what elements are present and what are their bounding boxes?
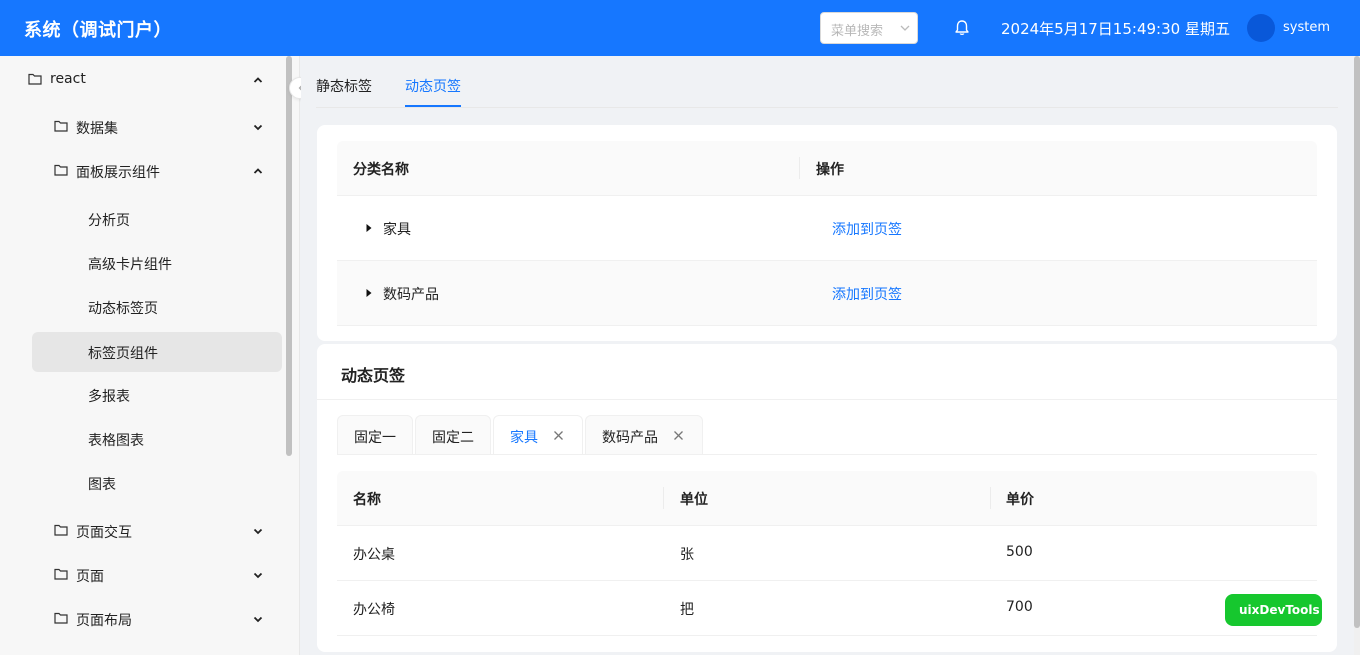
chevron-up-icon <box>253 77 263 83</box>
devtools-button[interactable]: uixDevTools <box>1225 594 1322 626</box>
main-content: 静态标签 动态页签 分类名称 操作 家具 添加到页签 数码产品 添加到页签 动态… <box>301 56 1353 655</box>
sidebar: react 数据集 面板展示组件 分析页 高级卡片组件 动态标签页 标签页组件 … <box>0 56 300 655</box>
tab-dynamic[interactable]: 动态页签 <box>405 76 461 96</box>
sidebar-scrollbar[interactable] <box>286 56 292 456</box>
cell-name: 办公桌 <box>353 547 395 563</box>
tab-fixed-one[interactable]: 固定一 <box>337 415 413 455</box>
top-tabs: 静态标签 动态页签 <box>316 56 1338 108</box>
top-header: 系统（调试门户） 菜单搜索 2024年5月17日15:49:30 星期五 sys… <box>0 0 1360 56</box>
tab-label: 固定一 <box>354 430 396 446</box>
table-row: 办公椅 把 700 <box>337 581 1317 636</box>
sidebar-item-label: 多报表 <box>88 389 130 405</box>
dynamic-tabs-card: 动态页签 固定一 固定二 家具 数码产品 名称 单位 单价 办公桌 张 500 <box>317 344 1337 652</box>
chevron-down-icon <box>900 25 910 31</box>
sidebar-item-page-interaction[interactable]: 页面交互 <box>0 511 290 551</box>
avatar[interactable] <box>1247 14 1275 42</box>
sidebar-item-label: 面板展示组件 <box>76 165 160 181</box>
sidebar-item-label: 高级卡片组件 <box>88 257 172 273</box>
folder-icon <box>54 612 68 624</box>
sidebar-item-analysis[interactable]: 分析页 <box>0 199 290 239</box>
column-header: 名称 <box>353 492 381 508</box>
column-header: 单位 <box>680 492 708 508</box>
folder-icon <box>54 164 68 176</box>
expand-caret-icon[interactable] <box>365 222 373 234</box>
sidebar-item-label: 页面 <box>76 569 104 585</box>
current-datetime: 2024年5月17日15:49:30 星期五 <box>1001 20 1230 38</box>
devtools-label: uixDevTools <box>1239 603 1320 617</box>
category-name: 数码产品 <box>383 287 439 303</box>
sidebar-item-label: 页面交互 <box>76 525 132 541</box>
sidebar-item-multi-report[interactable]: 多报表 <box>0 375 290 415</box>
sidebar-item-tab-components[interactable]: 标签页组件 <box>32 332 282 372</box>
column-divider <box>990 487 991 509</box>
sidebar-item-dataset[interactable]: 数据集 <box>0 107 290 147</box>
card-title: 动态页签 <box>341 366 406 385</box>
chevron-down-icon <box>253 616 263 623</box>
table-header: 名称 单位 单价 <box>337 471 1317 526</box>
bell-icon[interactable] <box>953 19 971 37</box>
sidebar-item-advanced-card[interactable]: 高级卡片组件 <box>0 243 290 283</box>
sidebar-item-label: 图表 <box>88 477 116 493</box>
scrollbar-thumb[interactable] <box>1354 56 1360 628</box>
expand-caret-icon[interactable] <box>365 287 373 299</box>
sidebar-item-panel-components[interactable]: 面板展示组件 <box>0 151 290 191</box>
table-row: 办公桌 张 500 <box>337 526 1317 581</box>
sidebar-item-label: 表格图表 <box>88 433 144 449</box>
category-name: 家具 <box>383 222 411 238</box>
column-header: 分类名称 <box>353 162 409 178</box>
sidebar-item-label: 数据集 <box>76 121 118 137</box>
folder-icon <box>54 524 68 536</box>
username[interactable]: system <box>1283 20 1330 35</box>
tab-furniture[interactable]: 家具 <box>493 415 583 455</box>
column-divider <box>663 487 664 509</box>
add-to-tab-link[interactable]: 添加到页签 <box>832 284 902 304</box>
menu-search-placeholder: 菜单搜索 <box>831 24 884 39</box>
tab-label: 家具 <box>510 430 538 446</box>
sidebar-item-label: 页面布局 <box>76 613 132 629</box>
table-row: 家具 添加到页签 <box>337 196 1317 261</box>
app-title: 系统（调试门户） <box>24 20 172 41</box>
tabs-baseline <box>337 454 1317 455</box>
cell-unit: 把 <box>680 602 694 618</box>
chevron-down-icon <box>253 528 263 535</box>
column-divider <box>799 157 800 179</box>
folder-icon <box>54 120 68 132</box>
chevron-up-icon <box>253 168 263 174</box>
tab-static[interactable]: 静态标签 <box>316 76 372 96</box>
cell-price: 700 <box>1006 599 1033 615</box>
tab-fixed-two[interactable]: 固定二 <box>415 415 491 455</box>
folder-icon <box>54 568 68 580</box>
sidebar-item-label: 动态标签页 <box>88 301 158 317</box>
sidebar-item-label: react <box>50 71 86 87</box>
add-to-tab-link[interactable]: 添加到页签 <box>832 219 902 239</box>
tab-label: 数码产品 <box>602 430 658 446</box>
menu-search-select[interactable]: 菜单搜索 <box>820 12 918 44</box>
sidebar-item-dynamic-tabs[interactable]: 动态标签页 <box>0 287 290 327</box>
sidebar-item-chart[interactable]: 图表 <box>0 463 290 503</box>
table-row: 数码产品 添加到页签 <box>337 261 1317 326</box>
page-scrollbar[interactable] <box>1354 56 1360 655</box>
category-card: 分类名称 操作 家具 添加到页签 数码产品 添加到页签 <box>317 125 1337 341</box>
folder-icon <box>28 73 42 85</box>
sidebar-item-react[interactable]: react <box>0 60 290 100</box>
divider <box>317 399 1337 400</box>
cell-name: 办公椅 <box>353 602 395 618</box>
tab-digital-products[interactable]: 数码产品 <box>585 415 703 455</box>
tab-label: 固定二 <box>432 430 474 446</box>
cell-price: 500 <box>1006 544 1033 560</box>
chevron-down-icon <box>253 124 263 131</box>
close-icon[interactable] <box>673 430 684 441</box>
sidebar-item-page[interactable]: 页面 <box>0 555 290 595</box>
table-header: 分类名称 操作 <box>337 141 1317 196</box>
sidebar-item-table-chart[interactable]: 表格图表 <box>0 419 290 459</box>
column-header: 操作 <box>816 162 844 178</box>
sidebar-item-label: 标签页组件 <box>88 346 158 362</box>
sidebar-item-page-layout[interactable]: 页面布局 <box>0 599 290 639</box>
close-icon[interactable] <box>553 430 564 441</box>
cell-unit: 张 <box>680 547 694 563</box>
active-tab-indicator <box>405 105 461 107</box>
chevron-down-icon <box>253 572 263 579</box>
column-header: 单价 <box>1006 492 1034 508</box>
sidebar-item-label: 分析页 <box>88 213 130 229</box>
